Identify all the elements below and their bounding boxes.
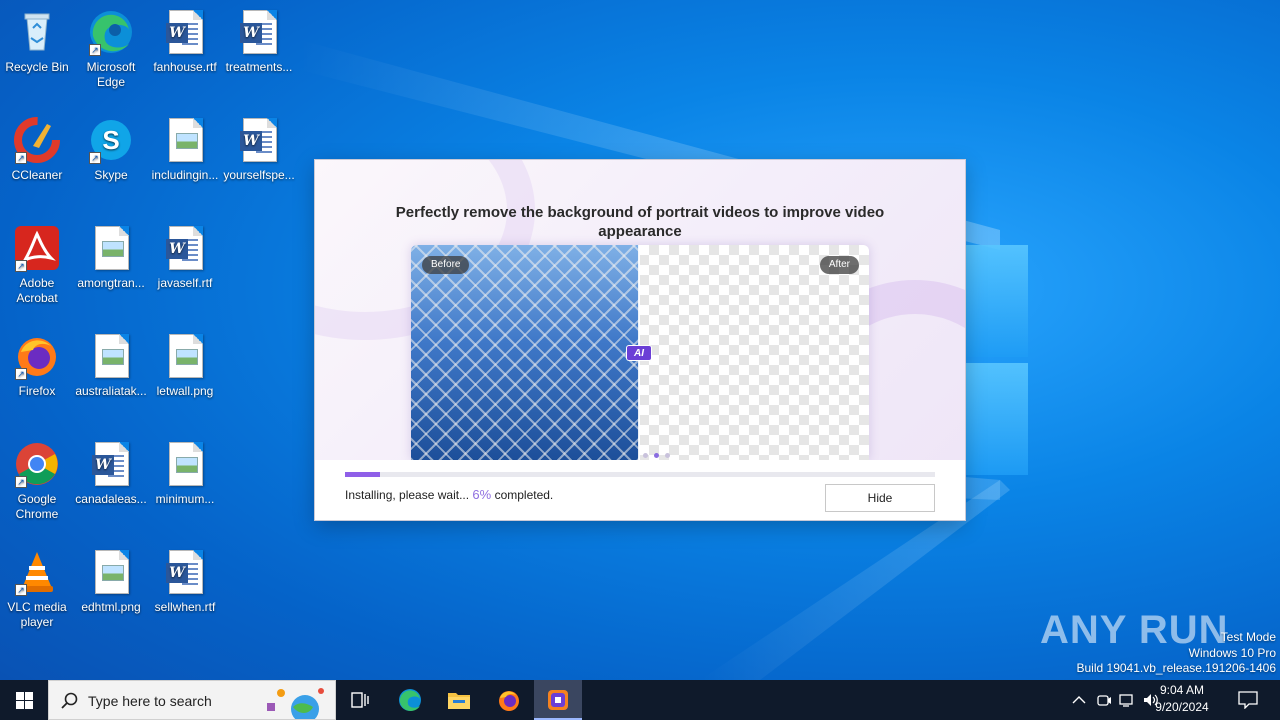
skype-icon: S ↗ [87, 116, 135, 164]
file-explorer-icon [448, 693, 470, 709]
vlc-icon: ↗ [13, 548, 61, 596]
task-view-button[interactable] [336, 680, 384, 720]
desktop-icon-includingin[interactable]: includingin... [148, 116, 222, 183]
notifications-icon[interactable] [1238, 691, 1258, 709]
windows-logo-wallpaper [960, 235, 1030, 480]
search-icon [61, 692, 78, 709]
desktop-icon-australiatak[interactable]: australiatak... [74, 332, 148, 399]
meet-now-icon[interactable] [1096, 692, 1112, 708]
desktop-icon-sellwhen[interactable]: W sellwhen.rtf [148, 548, 222, 615]
ccleaner-icon: ↗ [13, 116, 61, 164]
firefox-icon: ↗ [13, 332, 61, 380]
chevron-up-icon[interactable] [1072, 694, 1086, 706]
installer-window: Perfectly remove the background of portr… [315, 160, 965, 520]
install-progress-bar [345, 472, 935, 477]
desktop-icon-chrome[interactable]: ↗ Google Chrome [0, 440, 74, 522]
build-text: Build 19041.vb_release.191206-1406 [1076, 661, 1277, 675]
word-doc-icon: W [161, 8, 209, 56]
desktop-icon-acrobat[interactable]: ↗ Adobe Acrobat [0, 224, 74, 306]
desktop-icon-minimum[interactable]: minimum... [148, 440, 222, 507]
before-side-image [411, 245, 639, 460]
after-side-transparent [639, 245, 869, 460]
banner-headline: Perfectly remove the background of portr… [395, 204, 885, 240]
ai-badge: AI [626, 345, 652, 361]
image-file-icon [161, 332, 209, 380]
after-label: After [819, 256, 859, 274]
install-status: Installing, please wait... 6% completed. [345, 487, 553, 502]
image-file-icon [87, 332, 135, 380]
image-file-icon [87, 548, 135, 596]
carousel-dot-active[interactable] [654, 453, 659, 458]
desktop-icon-vlc[interactable]: ↗ VLC media player [0, 548, 74, 630]
word-doc-icon: W [161, 224, 209, 272]
task-view-icon [351, 692, 369, 708]
installer-banner: Perfectly remove the background of portr… [315, 160, 965, 460]
svg-text:S: S [102, 125, 119, 155]
image-file-icon [87, 224, 135, 272]
word-doc-icon: W [235, 8, 283, 56]
carousel-dot[interactable] [643, 453, 648, 458]
network-icon[interactable] [1119, 692, 1135, 708]
clock-date: 9/20/2024 [1155, 700, 1209, 714]
search-highlight-icon [267, 688, 324, 719]
start-button[interactable] [0, 680, 48, 720]
desktop-icon-letwall[interactable]: letwall.png [148, 332, 222, 399]
clock-time: 9:04 AM [1159, 683, 1205, 697]
carousel-dot[interactable] [665, 453, 670, 458]
search-placeholder: Type here to search [88, 693, 212, 709]
taskbar-firefox[interactable] [485, 680, 533, 720]
edge-icon [399, 689, 421, 711]
desktop-icon-edhtml[interactable]: edhtml.png [74, 548, 148, 615]
desktop-icon-treatments[interactable]: W treatments... [222, 8, 296, 75]
install-progress-fill [345, 472, 381, 477]
desktop-icon-amongtran[interactable]: amongtran... [74, 224, 148, 291]
taskbar-search-box[interactable]: Type here to search [48, 680, 336, 720]
taskbar-file-explorer[interactable] [435, 680, 483, 720]
chrome-icon: ↗ [13, 440, 61, 488]
taskbar-installer-app[interactable] [534, 680, 582, 720]
desktop-icon-ccleaner[interactable]: ↗ CCleaner [0, 116, 74, 183]
taskbar-edge[interactable] [386, 680, 434, 720]
status-suffix: completed. [494, 488, 554, 502]
firefox-icon [499, 691, 519, 711]
recycle-bin-icon [13, 8, 61, 56]
word-doc-icon: W [161, 548, 209, 596]
carousel-dots [643, 445, 676, 460]
before-after-preview: Before After AI [411, 245, 869, 460]
desktop-icon-fanhouse[interactable]: W fanhouse.rtf [148, 8, 222, 75]
word-doc-icon: W [87, 440, 135, 488]
desktop-icon-skype[interactable]: S ↗ Skype [74, 116, 148, 183]
desktop-icon-javaself[interactable]: W javaself.rtf [148, 224, 222, 291]
progress-percent: 6% [472, 487, 492, 502]
windows-build-info: Test Mode Windows 10 Pro Build 19041.vb_… [1077, 630, 1277, 677]
acrobat-icon: ↗ [13, 224, 61, 272]
edge-icon: ↗ [87, 8, 135, 56]
desktop-icon-edge[interactable]: ↗ Microsoft Edge [74, 8, 148, 90]
desktop-icon-recycle-bin[interactable]: Recycle Bin [0, 8, 74, 75]
desktop-icon-yourselfspe[interactable]: W yourselfspe... [222, 116, 296, 183]
image-file-icon [161, 116, 209, 164]
taskbar-clock[interactable]: 9:04 AM 9/20/2024 [1140, 682, 1224, 716]
before-label: Before [422, 256, 470, 274]
taskbar: Type here to search 9:04 AM 9/20/2024 [0, 680, 1280, 720]
image-file-icon [161, 440, 209, 488]
desktop-icon-canadaleas[interactable]: W canadaleas... [74, 440, 148, 507]
installer-app-icon [548, 690, 568, 710]
status-prefix: Installing, please wait... [345, 488, 470, 502]
test-mode-text: Test Mode [1220, 630, 1276, 644]
word-doc-icon: W [235, 116, 283, 164]
windows-edition-text: Windows 10 Pro [1188, 645, 1276, 660]
desktop-icon-firefox[interactable]: ↗ Firefox [0, 332, 74, 399]
hide-button[interactable]: Hide [825, 484, 935, 512]
